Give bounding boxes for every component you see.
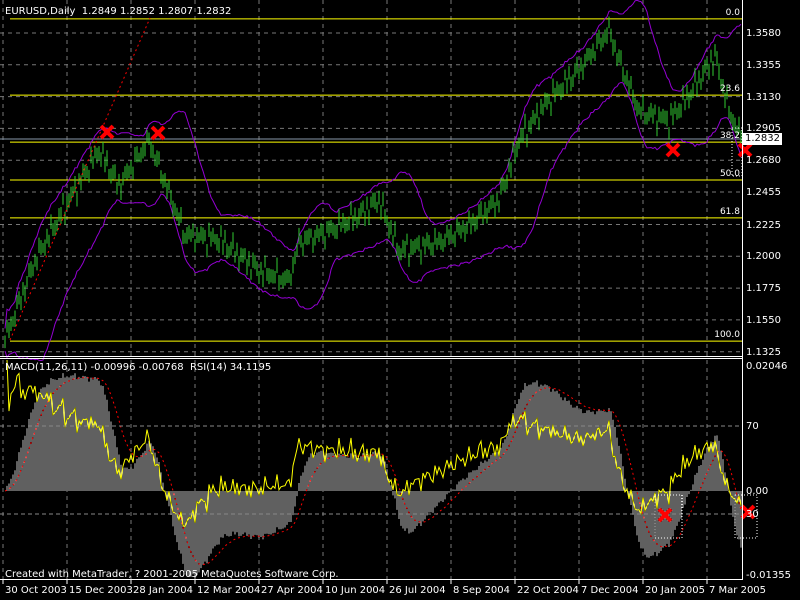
date-axis-label: 30 Oct 2003 <box>5 585 67 596</box>
price-bars <box>4 16 742 349</box>
date-axis-label: 10 Jun 2004 <box>325 585 386 596</box>
date-axis-label: 7 Mar 2005 <box>709 585 767 596</box>
rsi-axis-70: 70 <box>746 421 759 432</box>
macd-histogram <box>6 373 742 579</box>
fib-level-label: 100.0 <box>714 330 740 341</box>
symbol-label: EURUSD,Daily <box>5 6 76 17</box>
rsi-label: RSI(14) 34.1195 <box>189 362 272 373</box>
fibonacci-levels <box>10 18 742 342</box>
price-axis-label: 1.2225 <box>746 219 781 231</box>
lower-band <box>4 82 742 362</box>
date-axis-label: 26 Jul 2004 <box>389 585 446 596</box>
red-x-mark <box>150 125 166 141</box>
open-price: 1.2849 <box>81 6 117 17</box>
price-axis-label: 1.3130 <box>746 91 781 103</box>
high-price: 1.2852 <box>119 6 155 17</box>
trend-line <box>9 17 151 341</box>
indicator-axis-zero: 0.00 <box>746 486 769 497</box>
red-x-mark <box>737 142 753 158</box>
chart-canvas[interactable] <box>0 0 800 600</box>
date-axis-label: 15 Dec 2003 <box>69 585 133 596</box>
price-axis-label: 1.1325 <box>746 346 781 358</box>
trade-marks <box>99 124 756 523</box>
fib-level-label: 0.0 <box>725 7 740 18</box>
indicator-axis-bottom: -0.01355 <box>746 570 791 581</box>
price-axis-label: 1.2000 <box>746 251 781 263</box>
fib-level-label: 23.6 <box>719 84 740 95</box>
date-axis-label: 28 Jan 2004 <box>133 585 193 596</box>
indicator-axis-top: 0.02046 <box>746 361 788 372</box>
fib-level-label: 50.0 <box>719 168 740 179</box>
price-axis-label: 1.2455 <box>746 187 781 198</box>
price-axis-label: 1.3355 <box>746 59 781 71</box>
date-axis-label: 20 Jan 2005 <box>645 585 705 596</box>
price-axis-label: 1.1550 <box>746 314 781 326</box>
chart-header: EURUSD,Daily 1.2849 1.2852 1.2807 1.2832 <box>5 6 231 17</box>
date-axis-label: 22 Oct 2004 <box>517 585 579 596</box>
copyright-footer: Created with MetaTrader, ? 2001-2005 Met… <box>5 569 339 580</box>
rsi-axis-30: 30 <box>746 509 759 520</box>
price-axis-label: 1.2680 <box>746 155 781 167</box>
indicator-header: MACD(11,26,11) -0.00996 -0.00768 RSI(14)… <box>5 362 271 373</box>
current-price-label: 1.2832 <box>743 133 782 145</box>
date-axis-label: 8 Sep 2004 <box>453 585 511 596</box>
price-axis-label: 1.1775 <box>746 283 781 295</box>
close-price: 1.2832 <box>196 6 232 17</box>
fib-level-label: 38.2 <box>719 131 740 142</box>
date-axis-label: 27 Apr 2004 <box>261 585 323 596</box>
price-axis-label: 1.2905 <box>746 123 781 135</box>
price-axis-label: 1.3580 <box>746 28 781 39</box>
date-axis-label: 7 Dec 2004 <box>581 585 639 596</box>
low-price: 1.2807 <box>158 6 194 17</box>
date-axis-label: 12 Mar 2004 <box>197 585 261 596</box>
fib-level-label: 61.8 <box>719 206 740 217</box>
macd-label: MACD(11,26,11) -0.00996 -0.00768 <box>5 362 184 373</box>
red-x-mark <box>665 142 681 158</box>
